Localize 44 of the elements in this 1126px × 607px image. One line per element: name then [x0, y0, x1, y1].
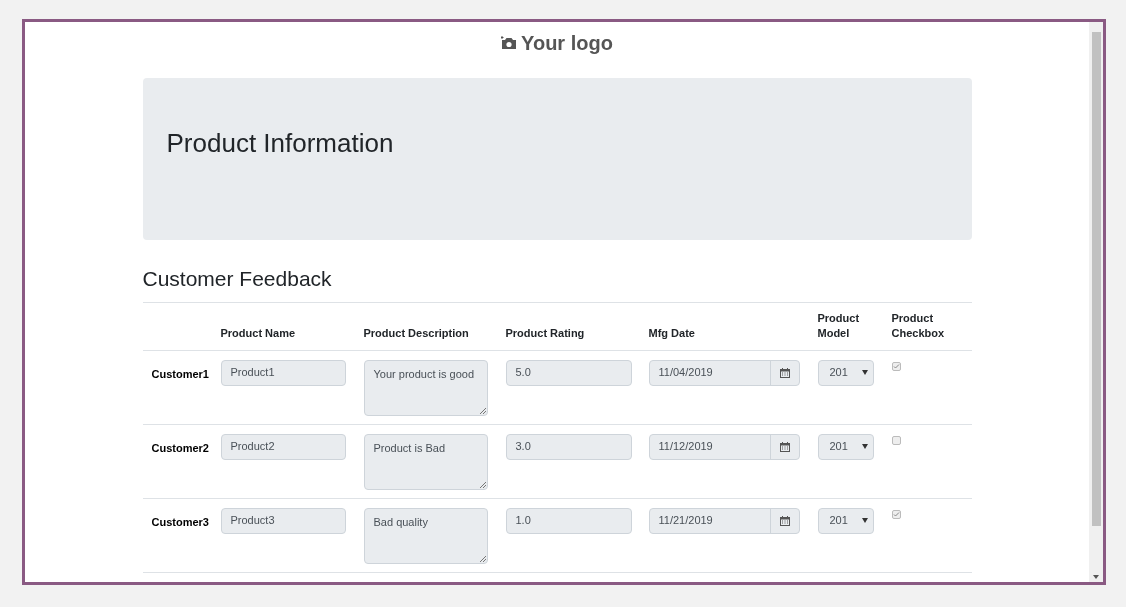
scroll-down-arrow-icon[interactable] [1093, 575, 1099, 579]
checkmark-icon [892, 362, 900, 370]
rating-field[interactable]: 1.0 [505, 507, 632, 534]
column-header: Product Name [220, 325, 297, 341]
model-select[interactable]: 201 [817, 507, 874, 534]
customer-label: Customer1 [151, 367, 209, 380]
calendar-icon [779, 441, 790, 452]
checkmark-icon [892, 510, 900, 518]
date-field[interactable]: 11/21/2019 [648, 507, 800, 534]
product-name-field[interactable]: Product1 [220, 359, 346, 386]
column-header: Product Checkbox [891, 310, 946, 341]
customer-label: Customer3 [151, 515, 209, 528]
product-checkbox[interactable] [891, 361, 901, 371]
column-header: Product Rating [505, 325, 586, 341]
product-checkbox[interactable] [891, 435, 901, 445]
column-header: Mfg Date [648, 325, 696, 341]
column-header: Product Description [363, 325, 470, 341]
caret-icon [861, 518, 868, 523]
scrollbar[interactable] [1089, 22, 1103, 582]
date-field[interactable]: 11/12/2019 [648, 433, 800, 460]
product-checkbox[interactable] [891, 509, 901, 519]
resize-grip-icon [479, 407, 486, 414]
section-title: Customer Feedback [142, 266, 333, 292]
calendar-icon [779, 515, 790, 526]
logo: Your logo [501, 28, 613, 58]
product-name-field[interactable]: Product3 [220, 507, 346, 534]
caret-icon [861, 370, 868, 375]
description-field[interactable]: Your product is good [363, 359, 488, 416]
description-field[interactable]: Product is Bad [363, 433, 488, 490]
resize-grip-icon [479, 555, 486, 562]
column-header: Product Model [817, 310, 861, 341]
customer-label: Customer2 [151, 441, 209, 454]
description-field[interactable]: Bad quality [363, 507, 488, 564]
page-title: Product Information [166, 127, 395, 160]
camera-icon [501, 36, 518, 50]
date-field[interactable]: 11/04/2019 [648, 359, 800, 386]
resize-grip-icon [479, 481, 486, 488]
rating-field[interactable]: 5.0 [505, 359, 632, 386]
model-select[interactable]: 201 [817, 359, 874, 386]
rating-field[interactable]: 3.0 [505, 433, 632, 460]
calendar-icon [779, 367, 790, 378]
model-select[interactable]: 201 [817, 433, 874, 460]
product-name-field[interactable]: Product2 [220, 433, 346, 460]
caret-icon [861, 444, 868, 449]
